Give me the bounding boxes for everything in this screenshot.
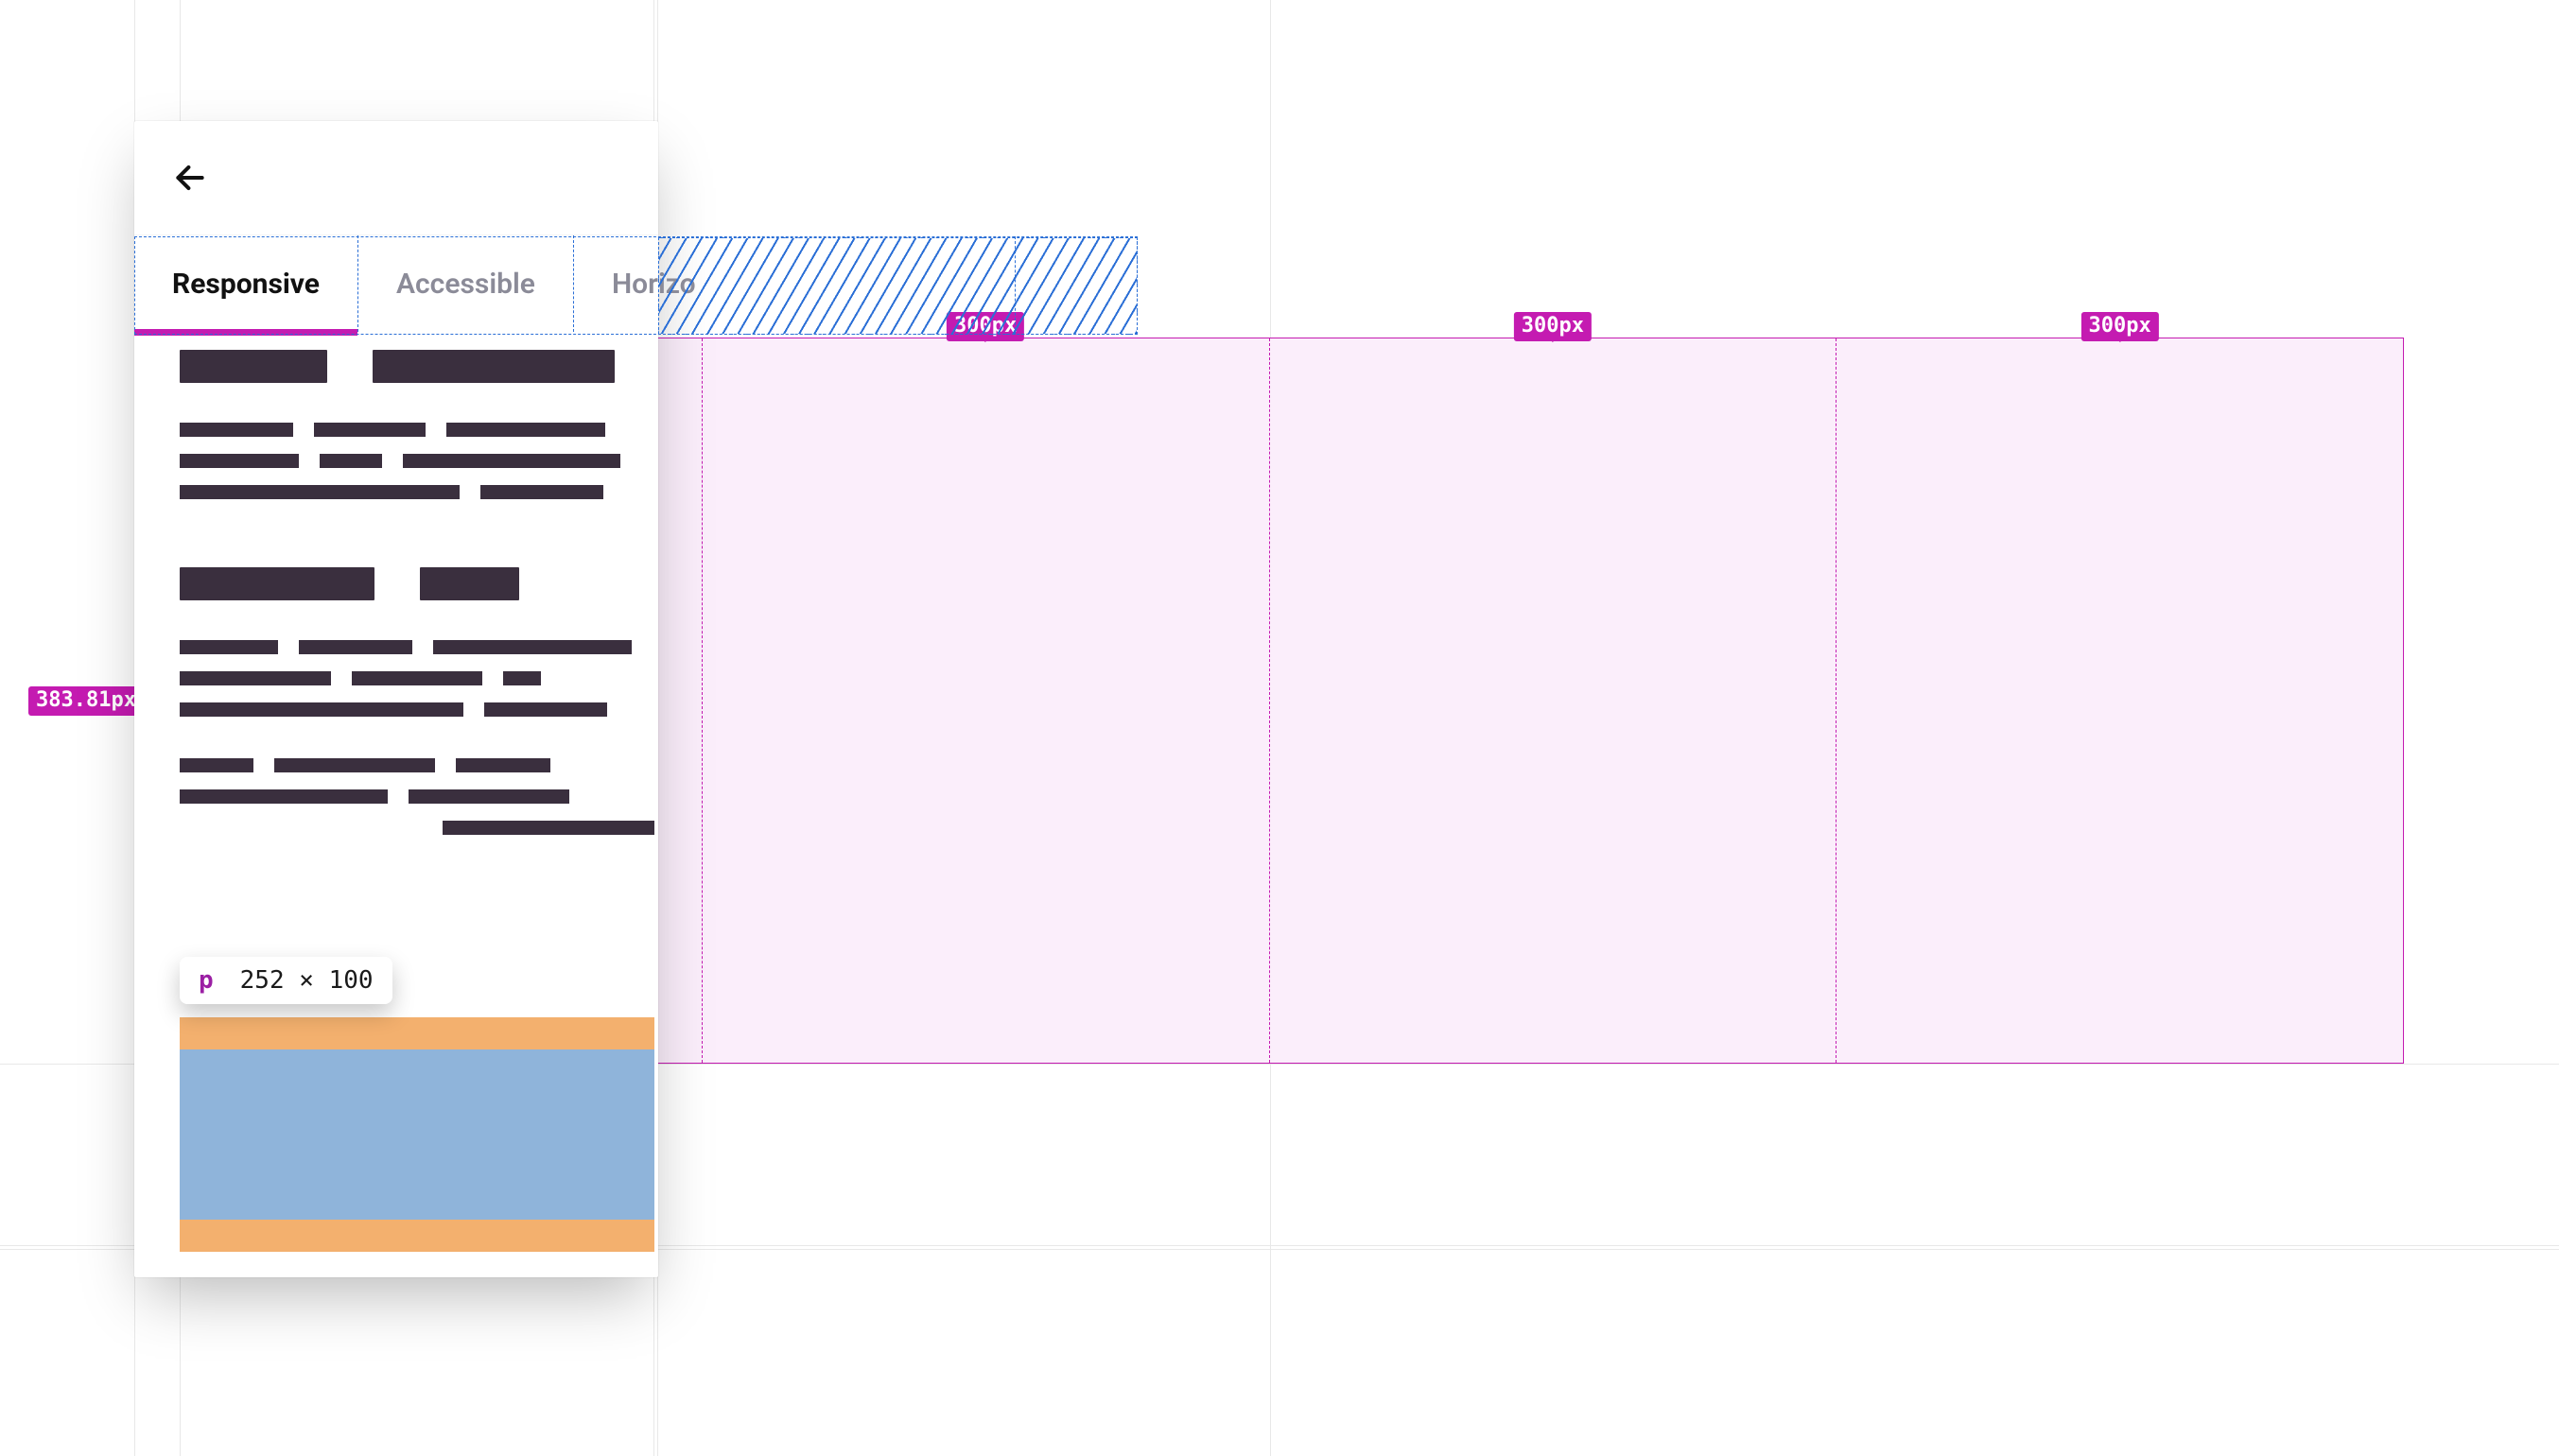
- box-model-margin-bottom: [180, 1220, 654, 1252]
- text-segment: [180, 671, 331, 685]
- text-segment: [299, 640, 412, 654]
- text-segment: [314, 423, 426, 437]
- heading-word: [180, 350, 327, 383]
- article-block: [180, 567, 654, 717]
- text-segment: [320, 454, 382, 468]
- article-block: [180, 758, 654, 835]
- box-model-content: [180, 1049, 654, 1220]
- text-segment: [409, 789, 569, 804]
- text-segment: [180, 640, 278, 654]
- text-segment: [180, 758, 253, 772]
- text-segment: [480, 485, 603, 499]
- text-segment: [180, 702, 463, 717]
- text-segment: [352, 671, 482, 685]
- text-segment: [180, 485, 460, 499]
- text-segment: [180, 789, 388, 804]
- tooltip-dimensions: 252 × 100: [240, 966, 374, 995]
- tab-accessible[interactable]: Accessible: [358, 235, 574, 332]
- text-segment: [274, 758, 435, 772]
- heading-word: [373, 350, 615, 383]
- paragraph: [180, 640, 654, 717]
- grid-row-size-label: 383.81px: [28, 686, 144, 716]
- text-segment: [403, 454, 620, 468]
- flex-overflow-hatch: [658, 237, 1138, 335]
- tab-label: Accessible: [396, 268, 535, 301]
- grid-column: 300px: [1837, 338, 2403, 1063]
- tab-bar: Responsive Accessible Horizo: [134, 234, 658, 332]
- grid-column: 300px: [1270, 338, 1837, 1063]
- text-segment: [446, 423, 605, 437]
- heading-row: [180, 567, 654, 600]
- article-block: [180, 350, 654, 499]
- grid-column: 300px: [703, 338, 1270, 1063]
- heading-row: [180, 350, 654, 383]
- text-segment: [443, 821, 654, 835]
- tab-label: Responsive: [172, 268, 320, 301]
- grid-column-size-label: 300px: [2081, 312, 2159, 341]
- paragraph: [180, 758, 654, 835]
- article-column: [180, 350, 654, 835]
- text-segment: [180, 423, 293, 437]
- tab-responsive[interactable]: Responsive: [134, 235, 358, 332]
- text-segment: [433, 640, 632, 654]
- box-model-margin-top: [180, 1017, 654, 1049]
- tooltip-tag-name: p: [199, 966, 214, 995]
- element-inspector-tooltip: p 252 × 100: [180, 957, 392, 1004]
- heading-word: [420, 567, 519, 600]
- text-segment: [503, 671, 541, 685]
- text-segment: [180, 454, 299, 468]
- heading-word: [180, 567, 374, 600]
- text-segment: [484, 702, 607, 717]
- back-arrow-icon[interactable]: [172, 160, 208, 196]
- phone-header: [134, 121, 658, 234]
- grid-column-size-label: 300px: [1514, 312, 1592, 341]
- paragraph: [180, 423, 654, 499]
- text-segment: [456, 758, 550, 772]
